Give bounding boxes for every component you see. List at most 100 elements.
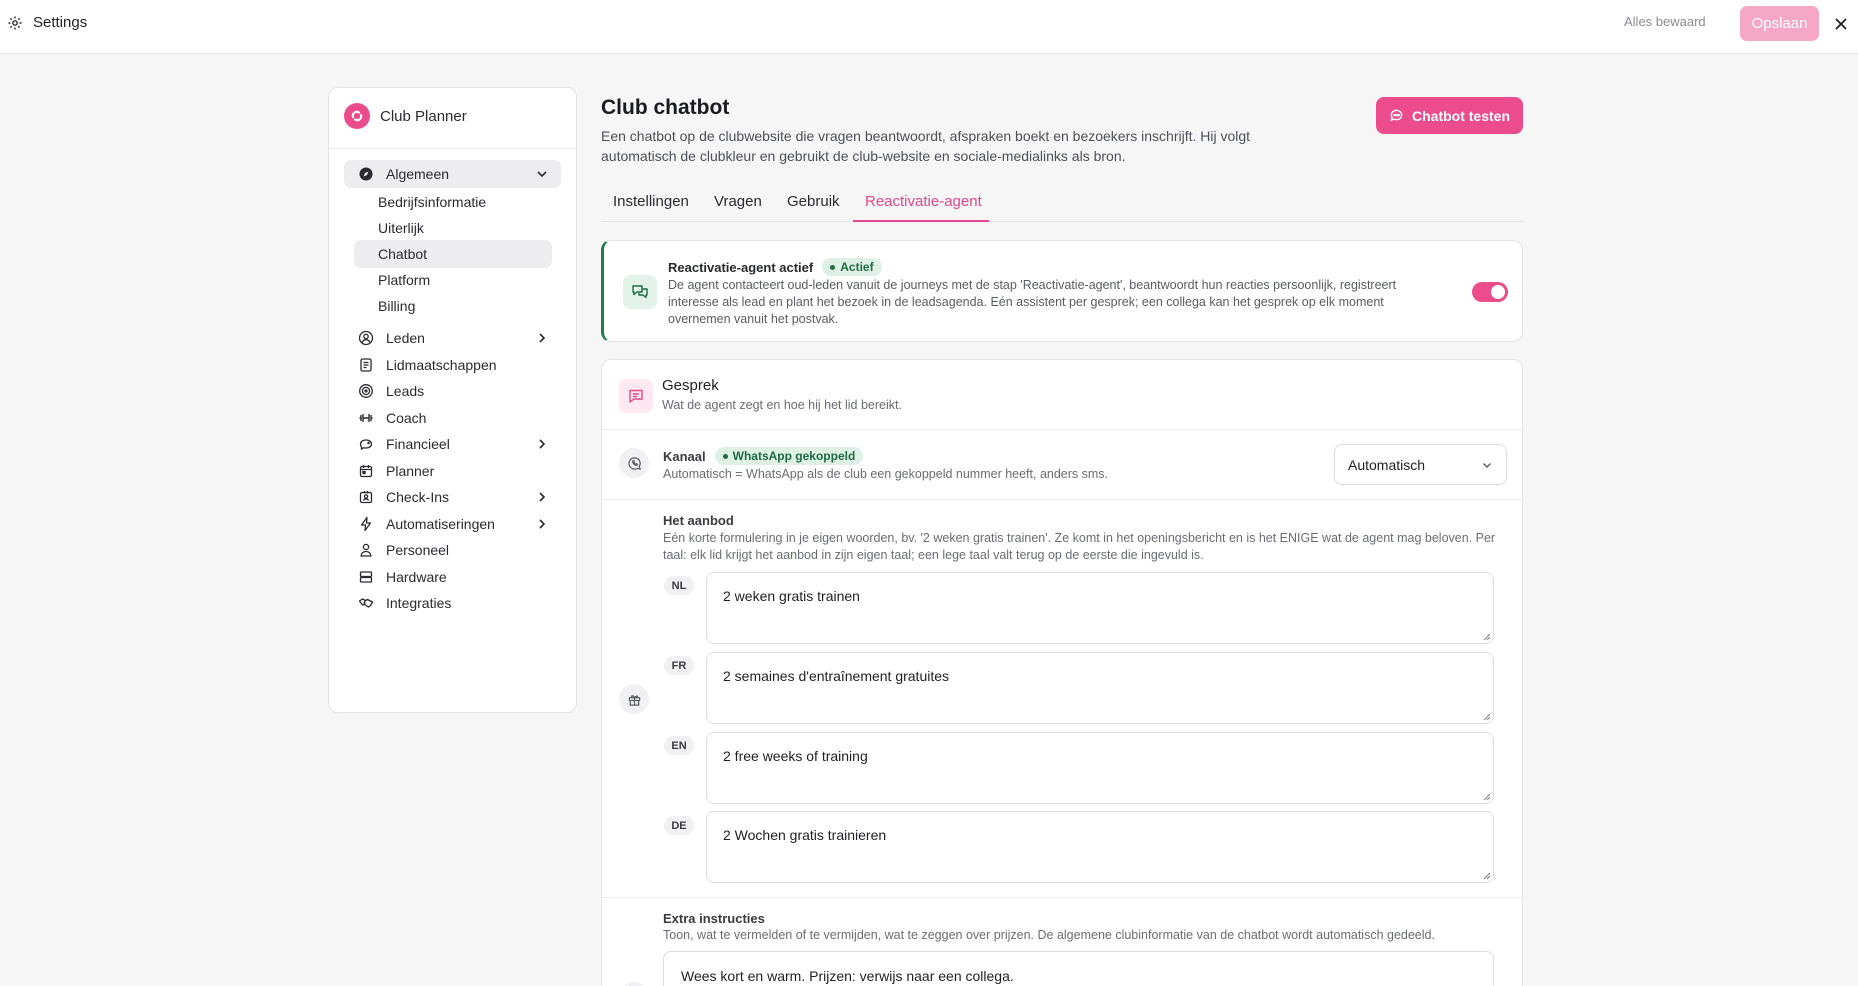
- badge-icon: [358, 489, 374, 505]
- chevron-right-icon: [535, 331, 549, 345]
- sidebar-item-automatiseringen[interactable]: Automatiseringen: [344, 510, 561, 538]
- sidebar-subitem-chatbot[interactable]: Chatbot: [354, 240, 552, 268]
- offer-value-de: 2 Wochen gratis trainieren: [723, 827, 887, 843]
- offer-input-de[interactable]: 2 Wochen gratis trainieren: [706, 811, 1494, 883]
- divider: [602, 499, 1522, 500]
- dumbbell-icon: [358, 410, 374, 426]
- compass-icon: [358, 166, 374, 182]
- gear-icon: [7, 15, 23, 31]
- resize-handle-icon[interactable]: [1483, 793, 1491, 801]
- sidebar-item-label: Coach: [386, 410, 427, 426]
- server-icon: [358, 569, 374, 585]
- chat-bubble-icon: [1389, 108, 1404, 123]
- agent-active-toggle[interactable]: [1472, 282, 1508, 302]
- sidebar-item-label: Personeel: [386, 542, 450, 558]
- sidebar-item-hardware[interactable]: Hardware: [344, 563, 561, 591]
- sidebar-item-label: Financieel: [386, 436, 450, 452]
- divider: [602, 429, 1522, 430]
- sidebar-item-label: Leden: [386, 330, 425, 346]
- agent-title-row: Reactivatie-agent actief Actief: [668, 258, 882, 276]
- resize-handle-icon[interactable]: [1483, 713, 1491, 721]
- whatsapp-status-label: WhatsApp gekoppeld: [732, 449, 856, 463]
- section-subtitle: Wat de agent zegt en hoe hij het lid ber…: [662, 398, 902, 412]
- chevron-right-icon: [535, 437, 549, 451]
- channel-label: Kanaal: [663, 448, 706, 464]
- handshake-icon: [358, 595, 374, 611]
- tab-vragen[interactable]: Vragen: [714, 193, 762, 210]
- sidebar-item-lidmaatschappen[interactable]: Lidmaatschappen: [344, 351, 561, 379]
- divider: [602, 897, 1522, 898]
- extra-instructions-input[interactable]: Wees kort en warm. Prijzen: verwijs naar…: [663, 951, 1494, 986]
- calendar-icon: [358, 463, 374, 479]
- sidebar-item-leden[interactable]: Leden: [344, 324, 561, 352]
- channel-select[interactable]: Automatisch: [1334, 444, 1507, 485]
- status-badge: Actief: [822, 258, 882, 276]
- offer-input-en[interactable]: 2 free weeks of training: [706, 732, 1494, 804]
- chevron-right-icon: [535, 490, 549, 504]
- sidebar-item-algemeen[interactable]: Algemeen: [344, 160, 561, 188]
- sidebar-item-coach[interactable]: Coach: [344, 404, 561, 432]
- page-description: Een chatbot op de clubwebsite die vragen…: [601, 128, 1251, 164]
- sidebar-item-financieel[interactable]: Financieel: [344, 430, 561, 458]
- sidebar-item-label: Hardware: [386, 569, 447, 585]
- status-dot-icon: [722, 453, 728, 459]
- test-chatbot-button[interactable]: Chatbot testen: [1376, 97, 1523, 134]
- sidebar-item-planner[interactable]: Planner: [344, 457, 561, 485]
- offer-description: Eén korte formulering in je eigen woorde…: [663, 531, 1496, 562]
- lang-tag-nl: NL: [664, 576, 694, 595]
- offer-value-en: 2 free weeks of training: [723, 748, 868, 764]
- tab-reactivatie-agent[interactable]: Reactivatie-agent: [865, 193, 982, 210]
- sidebar-item-leads[interactable]: Leads: [344, 377, 561, 405]
- sidebar-subitem-billing[interactable]: Billing: [354, 292, 552, 320]
- status-dot-icon: [830, 264, 836, 270]
- whatsapp-status-badge: WhatsApp gekoppeld: [714, 447, 864, 465]
- toggle-knob: [1491, 285, 1505, 299]
- extra-instructions-description: Toon, wat te vermelden of te vermijden, …: [663, 928, 1435, 942]
- channel-description: Automatisch = WhatsApp als de club een g…: [663, 467, 1109, 481]
- lang-tag-de: DE: [664, 816, 694, 835]
- sidebar-item-integraties[interactable]: Integraties: [344, 589, 561, 617]
- extra-instructions-value: Wees kort en warm. Prijzen: verwijs naar…: [681, 968, 1014, 984]
- target-icon: [358, 383, 374, 399]
- sidebar-item-label: Algemeen: [386, 166, 450, 182]
- resize-handle-icon[interactable]: [1483, 633, 1491, 641]
- offer-input-nl[interactable]: 2 weken gratis trainen: [706, 572, 1494, 644]
- sidebar-item-personeel[interactable]: Personeel: [344, 536, 561, 564]
- sidebar-subitem-bedrijfsinformatie[interactable]: Bedrijfsinformatie: [354, 188, 552, 216]
- tab-bar: Instellingen Vragen Gebruik Reactivatie-…: [601, 186, 1523, 222]
- chevron-right-icon: [535, 517, 549, 531]
- channel-label-row: Kanaal WhatsApp gekoppeld: [663, 447, 864, 465]
- resize-handle-icon[interactable]: [1483, 872, 1491, 880]
- active-tab-indicator: [853, 220, 989, 222]
- sidebar-item-label: Lidmaatschappen: [386, 357, 497, 373]
- offer-input-fr[interactable]: 2 semaines d'entraînement gratuites: [706, 652, 1494, 724]
- sparkle-icon: [619, 982, 649, 986]
- extra-instructions-label: Extra instructies: [663, 911, 765, 926]
- agent-title: Reactivatie-agent actief: [668, 259, 814, 275]
- sidebar-item-check-ins[interactable]: Check-Ins: [344, 483, 561, 511]
- conversation-card: Gesprek Wat de agent zegt en hoe hij het…: [601, 359, 1523, 986]
- bolt-icon: [358, 516, 374, 532]
- club-planner-logo-icon: [344, 103, 370, 129]
- chevron-down-icon: [535, 167, 549, 181]
- sidebar-subitem-platform[interactable]: Platform: [354, 266, 552, 294]
- sidebar-item-label: Check-Ins: [386, 489, 450, 505]
- save-button[interactable]: Opslaan: [1740, 6, 1819, 41]
- brand: Club Planner: [344, 103, 467, 129]
- tab-instellingen[interactable]: Instellingen: [613, 193, 689, 210]
- divider: [329, 148, 576, 149]
- page-header-title: Settings: [33, 14, 88, 31]
- close-icon[interactable]: [1833, 16, 1849, 32]
- sidebar-subitem-uiterlijk[interactable]: Uiterlijk: [354, 214, 552, 242]
- status-badge-label: Actief: [840, 260, 874, 274]
- offer-value-fr: 2 semaines d'entraînement gratuites: [723, 668, 950, 684]
- offer-value-nl: 2 weken gratis trainen: [723, 588, 860, 604]
- tab-gebruik[interactable]: Gebruik: [787, 193, 840, 210]
- piggy-bank-icon: [358, 436, 374, 452]
- lang-tag-en: EN: [664, 736, 694, 755]
- save-status: Alles bewaard: [1624, 14, 1706, 29]
- sidebar-item-label: Automatiseringen: [386, 516, 495, 532]
- chat-bubbles-icon: [623, 275, 657, 309]
- person-icon: [358, 542, 374, 558]
- brand-name: Club Planner: [380, 107, 467, 125]
